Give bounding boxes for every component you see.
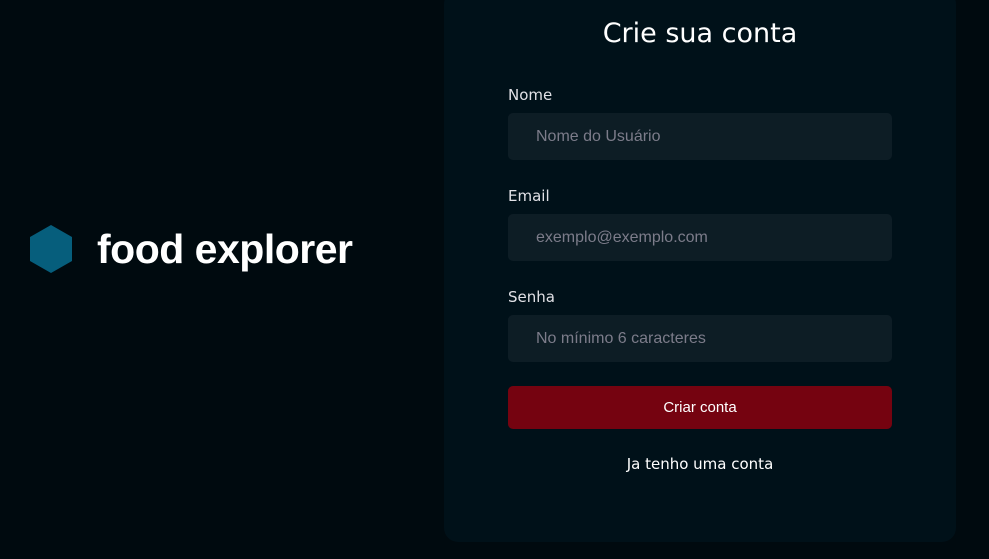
signup-page: food explorer Crie sua conta Nome Email … — [0, 0, 989, 559]
email-label: Email — [508, 187, 550, 205]
password-input[interactable] — [508, 315, 892, 362]
brand-name: food explorer — [97, 225, 353, 272]
email-input[interactable] — [508, 214, 892, 261]
name-label: Nome — [508, 86, 553, 104]
password-label: Senha — [508, 288, 555, 306]
create-account-button[interactable]: Criar conta — [508, 386, 892, 429]
signup-card: Crie sua conta Nome Email Senha Criar co… — [444, 0, 956, 542]
form-title: Crie sua conta — [602, 18, 798, 49]
hexagon-icon — [30, 225, 72, 273]
login-link[interactable]: Ja tenho uma conta — [444, 455, 956, 473]
name-input[interactable] — [508, 113, 892, 160]
brand: food explorer — [29, 224, 353, 274]
